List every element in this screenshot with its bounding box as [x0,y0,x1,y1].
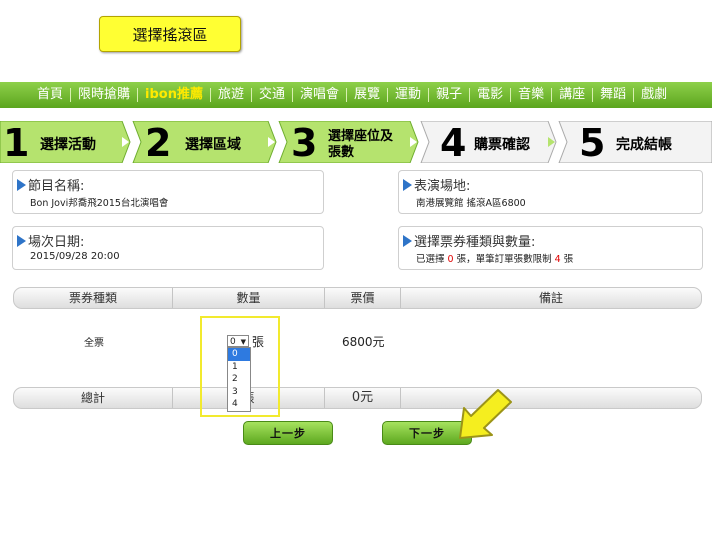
nav-item-11[interactable]: 講座 [552,88,594,102]
ticket-selection-summary: 已選擇 0 張，單筆訂單張數限制 4 張 [416,251,573,265]
step-2-number: 2 [145,121,172,165]
date-info-box: 場次日期: 2015/09/28 20:00 [12,226,324,270]
total-remarks [401,388,701,408]
header-remarks: 備註 [538,291,563,305]
nav-item-8[interactable]: 親子 [429,88,471,102]
venue-value: 南港展覽館 搖滾A區6800 [416,198,526,209]
program-label: 節目名稱: [28,179,85,194]
step-5-label: 完成結帳 [616,137,672,153]
step-3-number: 3 [291,121,318,165]
step-2-label: 選擇區域 [185,137,241,153]
pointer-arrow-icon [459,389,512,439]
ticket-header: 選擇票券種類與數量: [403,231,535,250]
total-label: 總計 [14,388,173,408]
triangle-bullet-icon [17,234,26,247]
total-row: 總計 張 0元 [13,387,702,409]
nav-item-9[interactable]: 電影 [470,88,512,102]
date-header: 場次日期: [17,231,84,250]
step-1-number: 1 [3,121,30,165]
nav-item-4[interactable]: 交通 [252,88,294,102]
nav-menu: 首頁 限時搶購 ibon推薦 旅遊 交通 演唱會 展覽 運動 親子 電影 音樂 講座 舞蹈 戲劇 [30,82,674,108]
nav-item-12[interactable]: 舞蹈 [593,88,635,102]
nav-item-2[interactable]: ibon推薦 [138,88,211,102]
date-label: 場次日期: [28,235,85,250]
step-1-label: 選擇活動 [40,137,96,153]
page-title: 選擇搖滾區 [99,16,241,52]
header-ticket-type: 票券種類 [14,288,173,308]
nav-item-10[interactable]: 音樂 [511,88,553,102]
ticket-type-cell: 全票 [84,338,104,349]
venue-info-box: 表演場地: 南港展覽館 搖滾A區6800 [398,170,703,214]
venue-label: 表演場地: [414,179,471,194]
nav-item-6[interactable]: 展覽 [347,88,389,102]
step-4-number: 4 [440,121,467,165]
total-price: 0元 [325,388,401,408]
ticket-label: 選擇票券種類與數量: [414,235,536,250]
step-3-label-line2: 張數 [328,145,355,160]
triangle-bullet-icon [403,178,412,191]
ticket-pre-text: 已選擇 [416,254,448,265]
ticket-post-text: 張 [560,254,574,265]
nav-item-3[interactable]: 旅遊 [211,88,252,102]
header-quantity: 數量 [173,288,325,308]
step-4-label: 購票確認 [474,137,530,153]
ticket-price-cell: 6800元 [342,335,385,349]
program-value: Bon Jovi邦喬飛2015台北演唱會 [30,198,169,209]
nav-item-5[interactable]: 演唱會 [293,88,348,102]
nav-item-7[interactable]: 運動 [388,88,430,102]
venue-header: 表演場地: [403,175,470,194]
nav-item-13[interactable]: 戲劇 [634,88,674,102]
ticket-mid-text: 張，單筆訂單張數限制 [453,254,555,265]
nav-item-1[interactable]: 限時搶購 [71,88,139,102]
table-header: 票券種類 數量 票價 備註 [13,287,702,309]
date-value: 2015/09/28 20:00 [30,251,120,262]
program-header: 節目名稱: [17,175,84,194]
triangle-bullet-icon [17,178,26,191]
triangle-bullet-icon [403,234,412,247]
ticket-info-box: 選擇票券種類與數量: 已選擇 0 張，單筆訂單張數限制 4 張 [398,226,703,270]
header-price: 票價 [325,288,401,308]
progress-steps: 1 選擇活動 2 選擇區域 3 選擇座位及 張數 4 購票確認 5 完成結帳 [0,121,712,163]
step-5-number: 5 [579,121,606,165]
prev-step-button[interactable]: 上一步 [243,421,333,445]
program-info-box: 節目名稱: Bon Jovi邦喬飛2015台北演唱會 [12,170,324,214]
nav-item-0[interactable]: 首頁 [30,88,72,102]
highlight-box [200,316,280,417]
